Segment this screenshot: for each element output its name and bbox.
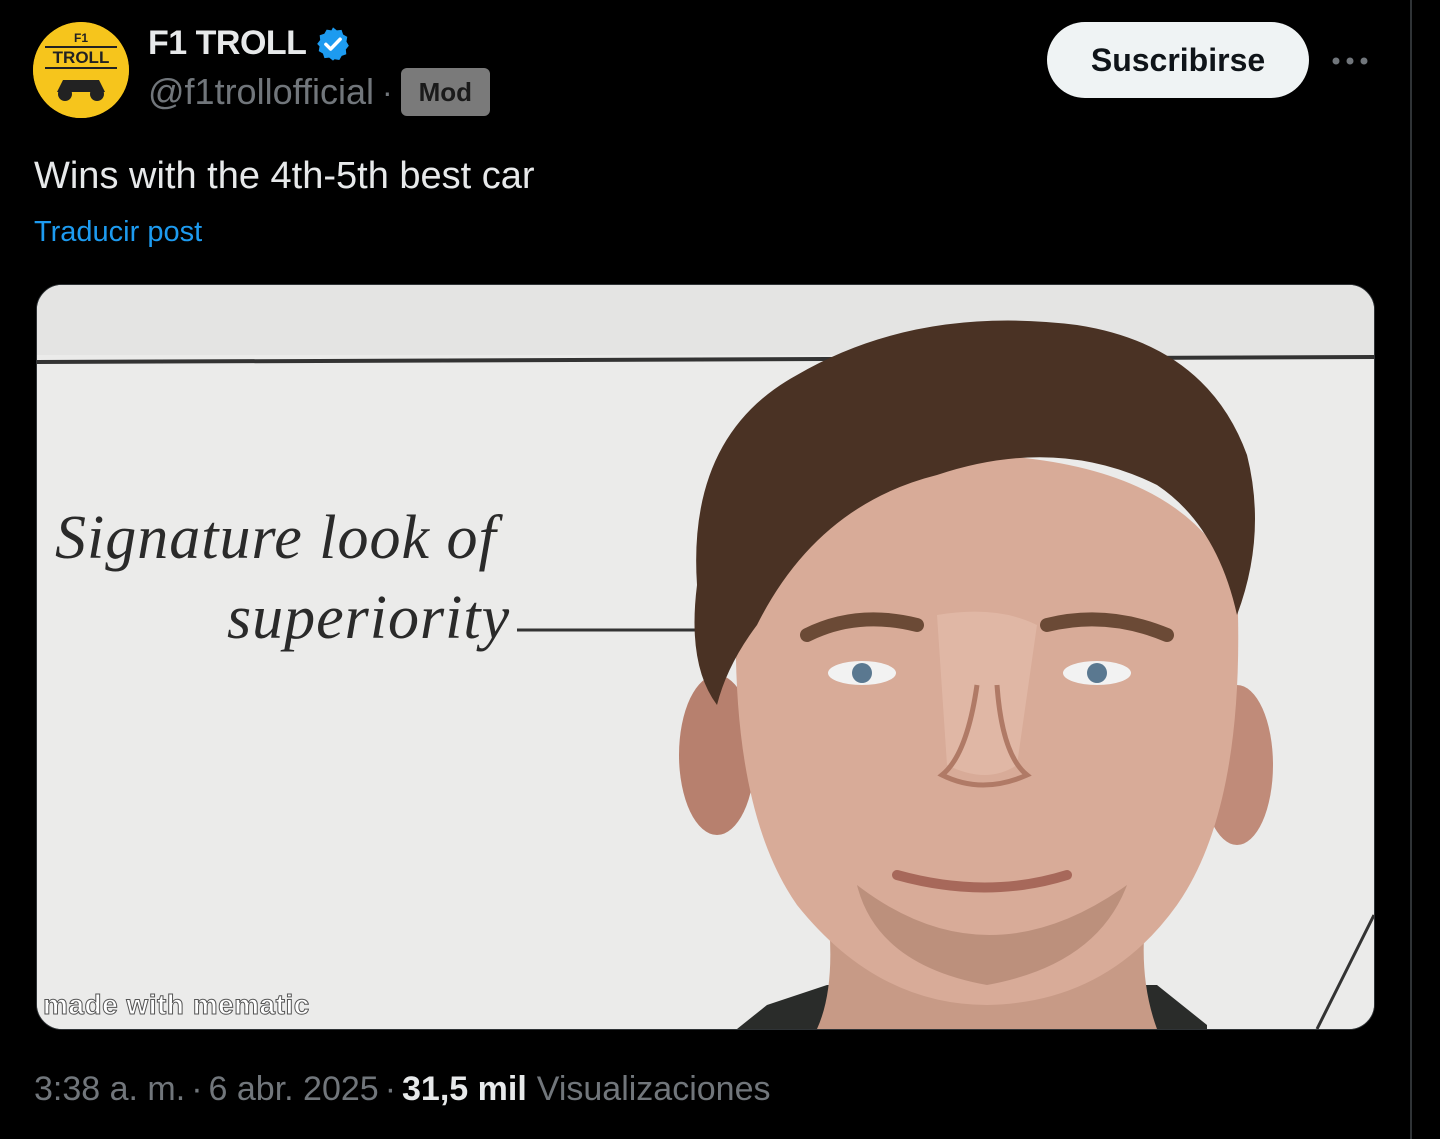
svg-text:F1: F1 bbox=[74, 31, 88, 45]
author-name-row[interactable]: F1 TROLL bbox=[148, 24, 352, 63]
post-image[interactable]: Signature look of superiority made with … bbox=[36, 284, 1375, 1030]
meta-separator: · bbox=[384, 1070, 397, 1108]
watermark: made with mematic bbox=[43, 989, 310, 1021]
avatar[interactable]: F1 TROLL bbox=[33, 22, 129, 118]
post-meta: 3:38 a. m. · 6 abr. 2025 · 31,5 mil Visu… bbox=[34, 1070, 771, 1109]
meme-illustration bbox=[37, 285, 1374, 1029]
subscribe-button[interactable]: Suscribirse bbox=[1047, 22, 1309, 98]
verified-badge-icon[interactable] bbox=[314, 25, 352, 63]
meme-caption-line-2: superiority bbox=[227, 584, 511, 652]
post-date[interactable]: 6 abr. 2025 bbox=[209, 1070, 379, 1109]
mod-badge: Mod bbox=[400, 68, 491, 116]
meme-caption-line-1: Signature look of bbox=[55, 504, 497, 572]
post-text: Wins with the 4th-5th best car bbox=[34, 155, 535, 197]
views-label: Visualizaciones bbox=[536, 1070, 771, 1108]
separator-dot: · bbox=[381, 73, 393, 110]
post-time[interactable]: 3:38 a. m. bbox=[34, 1070, 185, 1109]
author-handle[interactable]: @f1trollofficial bbox=[148, 71, 374, 113]
translate-post-link[interactable]: Traducir post bbox=[34, 216, 202, 249]
author-display-name[interactable]: F1 TROLL bbox=[148, 24, 307, 63]
column-border bbox=[1410, 0, 1412, 1139]
views-count[interactable]: 31,5 mil bbox=[402, 1070, 527, 1109]
more-icon bbox=[1332, 57, 1368, 65]
meta-separator: · bbox=[191, 1070, 203, 1108]
svg-text:TROLL: TROLL bbox=[53, 48, 110, 67]
more-button[interactable] bbox=[1328, 44, 1372, 78]
author-handle-row: @f1trollofficial · Mod bbox=[148, 68, 491, 116]
